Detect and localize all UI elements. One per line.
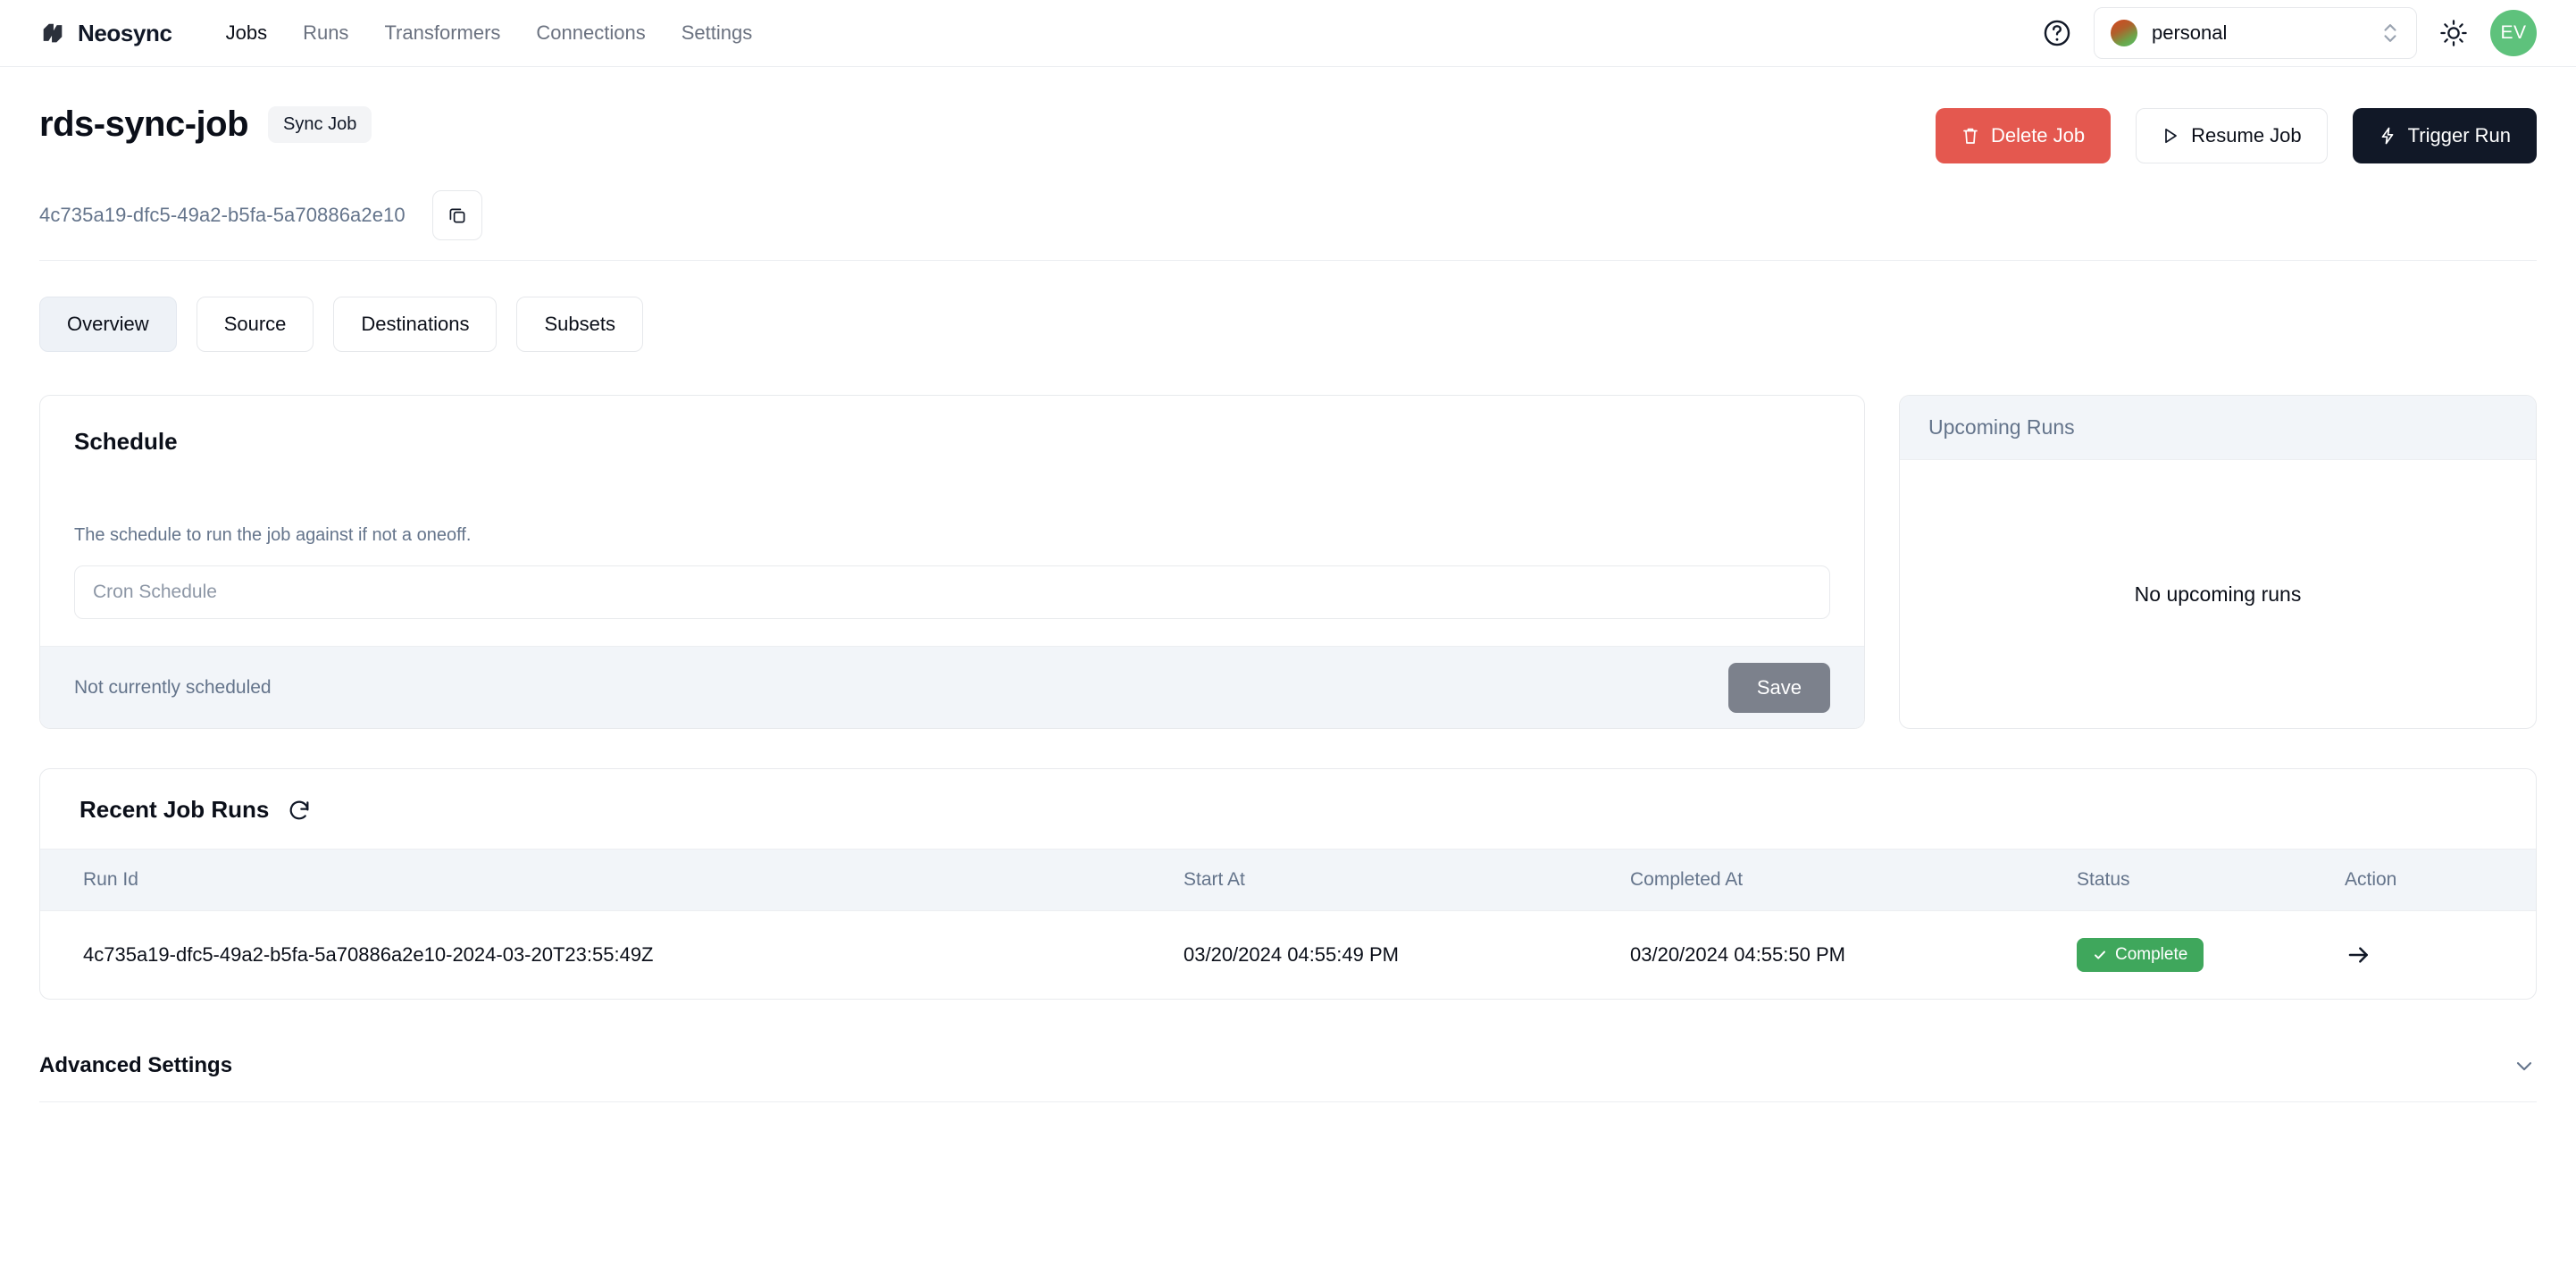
brand-logo[interactable]: Neosync	[39, 20, 172, 47]
job-tabs: Overview Source Destinations Subsets	[39, 297, 2537, 352]
delete-job-label: Delete Job	[1990, 124, 2086, 147]
job-title-group: rds-sync-job Sync Job	[39, 105, 372, 145]
delete-job-button[interactable]: Delete Job	[1935, 108, 2112, 163]
column-header-action: Action	[2345, 869, 2397, 890]
account-name: personal	[2152, 21, 2228, 44]
table-row[interactable]: 4c735a19-dfc5-49a2-b5fa-5a70886a2e10-202…	[40, 911, 2536, 1000]
page-title: rds-sync-job	[39, 105, 249, 144]
check-icon	[2095, 950, 2105, 959]
nav-link-runs[interactable]: Runs	[285, 16, 366, 50]
upcoming-runs-title: Upcoming Runs	[1928, 415, 2075, 439]
resume-job-button[interactable]: Resume Job	[2136, 108, 2328, 163]
refresh-icon[interactable]	[287, 798, 312, 823]
advanced-settings-accordion[interactable]: Advanced Settings	[39, 1053, 2537, 1102]
sun-icon[interactable]	[2438, 18, 2469, 48]
chevrons-up-down-icon	[2384, 24, 2396, 42]
tab-overview[interactable]: Overview	[39, 297, 177, 352]
column-header-status: Status	[2077, 869, 2130, 890]
resume-job-label: Resume Job	[2191, 124, 2302, 147]
arrow-right-icon[interactable]	[2345, 941, 2373, 969]
cell-completed-at: 03/20/2024 04:55:50 PM	[1630, 943, 1845, 966]
play-icon	[2165, 128, 2177, 144]
recent-job-runs-title: Recent Job Runs	[79, 796, 270, 823]
cell-status: Complete	[2077, 911, 2345, 1000]
schedule-title: Schedule	[74, 428, 178, 455]
column-header-completed-at: Completed At	[1630, 869, 1744, 890]
column-header-run-id: Run Id	[83, 869, 138, 890]
schedule-status-note: Not currently scheduled	[74, 676, 272, 698]
nav-link-settings[interactable]: Settings	[664, 16, 771, 50]
recent-job-runs-header: Recent Job Runs	[40, 769, 2536, 849]
trigger-run-label: Trigger Run	[2407, 124, 2511, 147]
recent-job-runs-card: Recent Job Runs Run Id Start At Complete…	[39, 768, 2537, 1000]
status-badge: Complete	[2077, 938, 2204, 972]
schedule-description: The schedule to run the job against if n…	[74, 525, 472, 545]
job-type-badge: Sync Job	[268, 106, 372, 143]
help-circle-icon[interactable]	[2042, 18, 2072, 48]
lightning-icon	[2381, 127, 2394, 145]
cell-action	[2345, 911, 2536, 1000]
account-avatar-dot	[2111, 20, 2137, 46]
schedule-card-body: Schedule The schedule to run the job aga…	[40, 396, 1864, 619]
copy-job-id-button[interactable]	[431, 190, 482, 240]
cron-schedule-input[interactable]	[74, 565, 1830, 619]
nav-link-transformers[interactable]: Transformers	[366, 16, 518, 50]
tab-subsets[interactable]: Subsets	[516, 297, 643, 352]
nav-link-jobs[interactable]: Jobs	[208, 16, 285, 50]
status-badge-label: Complete	[2115, 945, 2188, 964]
copy-icon	[449, 208, 465, 223]
upcoming-runs-card: Upcoming Runs No upcoming runs	[1899, 395, 2537, 729]
table-body: 4c735a19-dfc5-49a2-b5fa-5a70886a2e10-202…	[40, 911, 2536, 1000]
overview-cards-row: Schedule The schedule to run the job aga…	[39, 395, 2537, 729]
job-id-row: 4c735a19-dfc5-49a2-b5fa-5a70886a2e10	[39, 190, 2537, 240]
schedule-card-footer: Not currently scheduled Save	[40, 646, 1864, 728]
primary-nav-links: Jobs Runs Transformers Connections Setti…	[208, 16, 771, 50]
job-id-value: 4c735a19-dfc5-49a2-b5fa-5a70886a2e10	[39, 204, 406, 226]
upcoming-runs-empty-state: No upcoming runs	[2134, 582, 2302, 606]
table-header-row: Run Id Start At Completed At Status Acti…	[40, 849, 2536, 911]
header-divider	[39, 260, 2537, 261]
trash-icon	[1963, 128, 1978, 144]
neosync-logo-icon	[43, 23, 63, 43]
top-navigation-bar: Neosync Jobs Runs Transformers Connectio…	[0, 0, 2576, 67]
save-button[interactable]: Save	[1727, 662, 1830, 713]
user-avatar[interactable]: EV	[2490, 10, 2537, 56]
page-content: rds-sync-job Sync Job Delete Job Resume …	[0, 67, 2576, 1102]
cell-start-at: 03/20/2024 04:55:49 PM	[1183, 943, 1399, 966]
trigger-run-button[interactable]: Trigger Run	[2352, 108, 2537, 163]
job-header: rds-sync-job Sync Job Delete Job Resume …	[39, 67, 2537, 163]
schedule-card: Schedule The schedule to run the job aga…	[39, 395, 1865, 729]
job-action-buttons: Delete Job Resume Job Trigger Run	[1935, 105, 2537, 163]
account-selector[interactable]: personal	[2094, 7, 2417, 59]
advanced-settings-title: Advanced Settings	[39, 1053, 233, 1077]
tab-destinations[interactable]: Destinations	[333, 297, 498, 352]
brand-name: Neosync	[78, 19, 172, 46]
nav-right-controls: personal EV	[2042, 7, 2537, 59]
table-header: Run Id Start At Completed At Status Acti…	[40, 849, 2536, 911]
avatar-initials: EV	[2500, 22, 2527, 43]
column-header-start-at: Start At	[1183, 869, 1245, 890]
chevron-down-icon	[2516, 1062, 2532, 1071]
nav-link-connections[interactable]: Connections	[518, 16, 663, 50]
tab-source[interactable]: Source	[196, 297, 314, 352]
upcoming-runs-header: Upcoming Runs	[1900, 396, 2536, 460]
cell-run-id: 4c735a19-dfc5-49a2-b5fa-5a70886a2e10-202…	[83, 943, 654, 966]
recent-job-runs-table: Run Id Start At Completed At Status Acti…	[40, 849, 2536, 999]
